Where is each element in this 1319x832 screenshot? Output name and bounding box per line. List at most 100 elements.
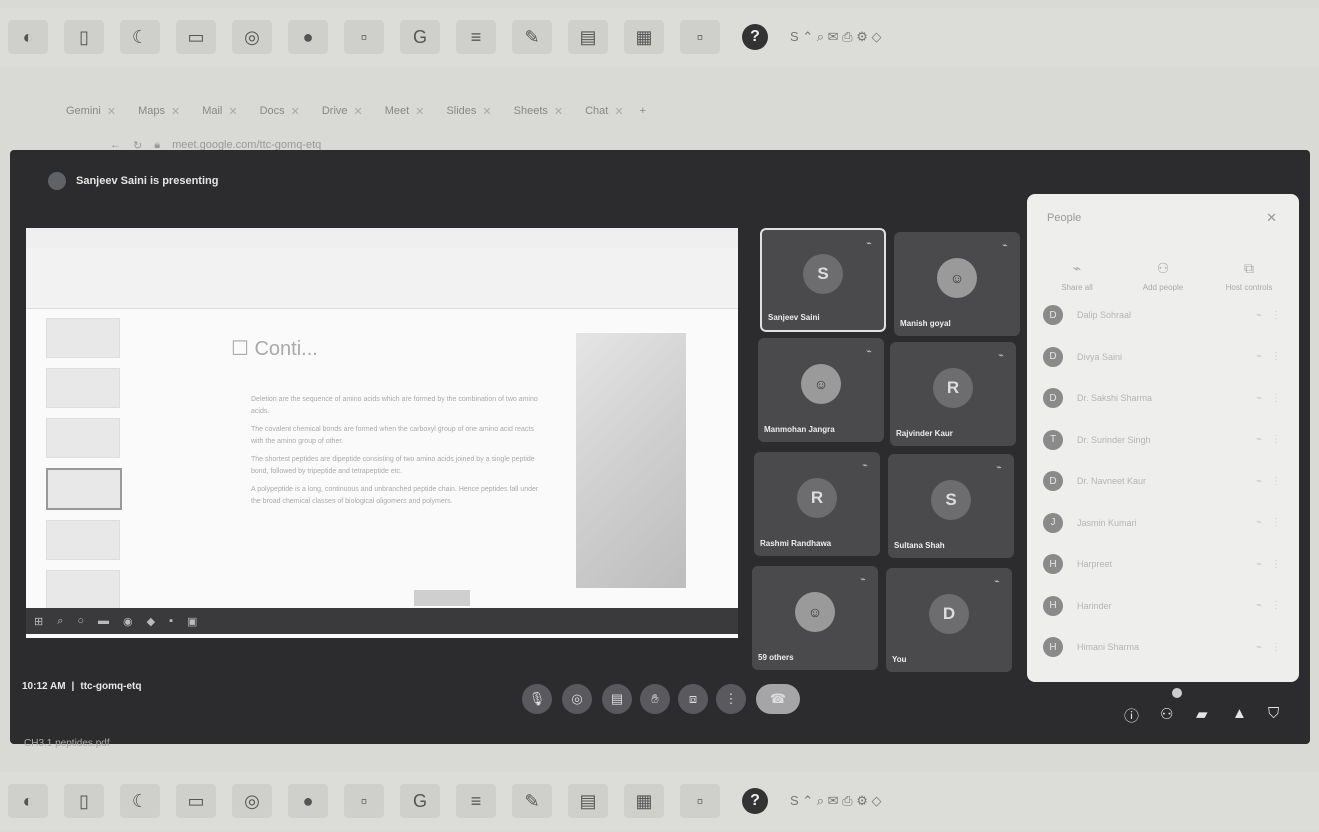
- participant-row[interactable]: T Dr. Surinder Singh ⌁ ⋮: [1043, 427, 1283, 453]
- close-tab-icon[interactable]: ✕: [291, 105, 300, 118]
- close-tab-icon[interactable]: ✕: [228, 105, 237, 118]
- blank-icon[interactable]: ▫: [344, 20, 384, 54]
- more-icon[interactable]: ⋮: [1269, 600, 1283, 611]
- paint-icon[interactable]: ✎: [512, 784, 552, 818]
- activities-icon[interactable]: ▲: [1232, 705, 1247, 722]
- close-tab-icon[interactable]: ✕: [171, 105, 180, 118]
- more-icon[interactable]: ⋮: [1269, 559, 1283, 570]
- participant-row[interactable]: D Divya Saini ⌁ ⋮: [1043, 344, 1283, 370]
- close-tab-icon[interactable]: ✕: [482, 105, 491, 118]
- browser-tab[interactable]: Slides ✕: [440, 103, 497, 120]
- close-tab-icon[interactable]: ✕: [354, 105, 363, 118]
- browser-tab[interactable]: Chat ✕: [579, 103, 629, 120]
- host-controls-action[interactable]: ⧉ Host controls: [1209, 260, 1289, 292]
- info-icon[interactable]: ⓘ: [1124, 705, 1139, 726]
- browser-tab[interactable]: Meet ✕: [379, 103, 431, 120]
- close-tab-icon[interactable]: ✕: [415, 105, 424, 118]
- participant-row[interactable]: H Himani Sharma ⌁ ⋮: [1043, 634, 1283, 660]
- browser-tab[interactable]: Mail ✕: [196, 103, 243, 120]
- browser-tab[interactable]: Docs ✕: [254, 103, 306, 120]
- add-people-action[interactable]: ⚇ Add people: [1123, 260, 1203, 292]
- browser-tab[interactable]: Sheets ✕: [508, 103, 569, 120]
- browser-tab[interactable]: Gemini ✕: [60, 103, 122, 120]
- browser-tab[interactable]: Maps ✕: [132, 103, 186, 120]
- mic-icon[interactable]: ⌁: [1249, 434, 1269, 445]
- document-icon[interactable]: ▤: [568, 784, 608, 818]
- blank-icon[interactable]: ▫: [344, 784, 384, 818]
- media-icon[interactable]: ●: [288, 20, 328, 54]
- notes-icon[interactable]: ≡: [456, 20, 496, 54]
- raise-hand-button[interactable]: ✋︎: [640, 684, 670, 714]
- notes-icon[interactable]: ≡: [456, 784, 496, 818]
- blank2-icon[interactable]: ▫: [680, 20, 720, 54]
- participant-tile[interactable]: R ⌁ Rajvinder Kaur: [890, 342, 1016, 446]
- participant-tile[interactable]: ☺ ⌁ Manish goyal: [894, 232, 1020, 336]
- app-icon[interactable]: ▦: [624, 784, 664, 818]
- word-icon[interactable]: ▯: [64, 784, 104, 818]
- mic-icon[interactable]: ⌁: [1249, 351, 1269, 362]
- mic-icon[interactable]: ⌁: [1249, 393, 1269, 404]
- slide-thumb[interactable]: [46, 520, 120, 560]
- participant-tile[interactable]: S ⌁ Sanjeev Saini: [760, 228, 886, 332]
- close-tab-icon[interactable]: ✕: [614, 105, 623, 118]
- more-icon[interactable]: ⋮: [1269, 310, 1283, 321]
- mic-icon[interactable]: ⌁: [1249, 476, 1269, 487]
- more-icon[interactable]: ⋮: [1269, 476, 1283, 487]
- slide-thumb[interactable]: [46, 318, 120, 358]
- participant-tile[interactable]: S ⌁ Sultana Shah: [888, 454, 1014, 558]
- participant-row[interactable]: J Jasmin Kumari ⌁ ⋮: [1043, 510, 1283, 536]
- blank2-icon[interactable]: ▫: [680, 784, 720, 818]
- more-icon[interactable]: ⋮: [1269, 351, 1283, 362]
- participant-tile[interactable]: R ⌁ Rashmi Randhawa: [754, 452, 880, 556]
- slide-thumb[interactable]: [46, 418, 120, 458]
- windows-icon[interactable]: ◐: [8, 784, 48, 818]
- close-tab-icon[interactable]: ✕: [107, 105, 116, 118]
- mic-icon[interactable]: ⌁: [1249, 600, 1269, 611]
- participant-tile[interactable]: ☺ ⌁ 59 others: [752, 566, 878, 670]
- participant-row[interactable]: H Harpreet ⌁ ⋮: [1043, 551, 1283, 577]
- more-icon[interactable]: ⋮: [1269, 434, 1283, 445]
- close-tab-icon[interactable]: ✕: [554, 105, 563, 118]
- document-icon[interactable]: ▤: [568, 20, 608, 54]
- help-icon[interactable]: ?: [742, 788, 768, 814]
- browser-tab[interactable]: Drive ✕: [316, 103, 369, 120]
- google-icon[interactable]: G: [400, 20, 440, 54]
- close-icon[interactable]: ✕: [1266, 210, 1277, 226]
- google-icon[interactable]: G: [400, 784, 440, 818]
- leave-call-button[interactable]: ☎︎: [756, 684, 800, 714]
- folder-icon[interactable]: ▭: [176, 784, 216, 818]
- moon-icon[interactable]: ☾: [120, 784, 160, 818]
- captions-button[interactable]: ▤: [602, 684, 632, 714]
- moon-icon[interactable]: ☾: [120, 20, 160, 54]
- media-icon[interactable]: ●: [288, 784, 328, 818]
- participant-row[interactable]: D Dr. Sakshi Sharma ⌁ ⋮: [1043, 385, 1283, 411]
- participant-tile[interactable]: D ⌁ You: [886, 568, 1012, 672]
- new-tab-icon[interactable]: +: [640, 105, 646, 117]
- word-icon[interactable]: ▯: [64, 20, 104, 54]
- mic-icon[interactable]: ⌁: [1249, 559, 1269, 570]
- mic-button[interactable]: 🎙︎: [522, 684, 552, 714]
- slide-thumb-selected[interactable]: [46, 468, 122, 510]
- camera-button[interactable]: ◎: [562, 684, 592, 714]
- chat-icon[interactable]: ▰: [1196, 705, 1208, 723]
- share-all-action[interactable]: ⌁ Share all: [1037, 260, 1117, 292]
- windows-icon[interactable]: ◐: [8, 20, 48, 54]
- more-icon[interactable]: ⋮: [1269, 642, 1283, 653]
- more-icon[interactable]: ⋮: [1269, 393, 1283, 404]
- slide-thumb[interactable]: [46, 570, 120, 610]
- mic-icon[interactable]: ⌁: [1249, 517, 1269, 528]
- folder-icon[interactable]: ▭: [176, 20, 216, 54]
- slide-thumb[interactable]: [46, 368, 120, 408]
- chrome-icon[interactable]: ◎: [232, 20, 272, 54]
- more-icon[interactable]: ⋮: [1269, 517, 1283, 528]
- download-item[interactable]: CH3.1 peptides.pdf: [24, 738, 110, 749]
- app-icon[interactable]: ▦: [624, 20, 664, 54]
- more-options-button[interactable]: ⋮: [716, 684, 746, 714]
- participant-row[interactable]: H Harinder ⌁ ⋮: [1043, 593, 1283, 619]
- host-shield-icon[interactable]: ⛉: [1268, 705, 1279, 722]
- present-button[interactable]: ⧈: [678, 684, 708, 714]
- paint-icon[interactable]: ✎: [512, 20, 552, 54]
- participant-tile[interactable]: ☺ ⌁ Manmohan Jangra: [758, 338, 884, 442]
- mic-icon[interactable]: ⌁: [1249, 642, 1269, 653]
- people-icon[interactable]: ⚇: [1160, 705, 1173, 723]
